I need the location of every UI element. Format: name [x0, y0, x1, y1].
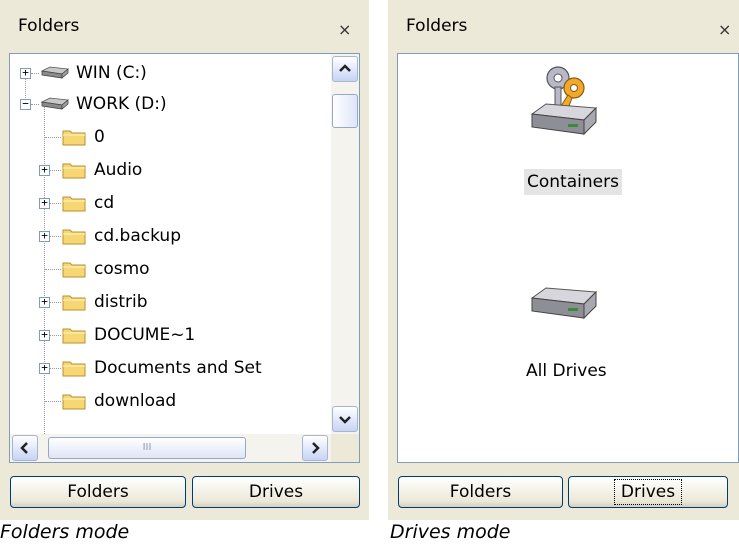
- button-label: Drives: [248, 482, 304, 502]
- pane-title: Folders: [18, 16, 80, 36]
- tree-line: [50, 170, 61, 171]
- drive-item-label[interactable]: Containers: [524, 169, 622, 195]
- tree-item-folder[interactable]: + Documents and Set: [10, 353, 330, 383]
- folder-icon: [62, 328, 86, 344]
- tree-item-label: Audio: [94, 160, 143, 180]
- tree-item-folder[interactable]: + distrib: [10, 287, 330, 317]
- expand-plus-icon[interactable]: +: [20, 67, 31, 79]
- folder-icon: [62, 394, 86, 410]
- expand-plus-icon[interactable]: +: [39, 329, 50, 341]
- tree-item-label: distrib: [94, 292, 148, 312]
- tree-item-folder[interactable]: download: [10, 386, 330, 416]
- hard-drive-icon[interactable]: [526, 280, 602, 328]
- tree-item-label: cd.backup: [94, 226, 181, 246]
- drives-mode-button[interactable]: Drives: [192, 476, 360, 508]
- tree-line: [31, 104, 39, 105]
- drives-mode-panel: Folders × Containers All Drives Folders …: [388, 0, 739, 520]
- tree-item-label: 0: [94, 127, 105, 147]
- tree-item-label: Documents and Set: [94, 358, 262, 378]
- tree-item-folder[interactable]: + DOCUME~1: [10, 320, 330, 350]
- tree-item-label: cd: [94, 193, 115, 213]
- folder-tree[interactable]: + WIN (C:) − WORK (D:) 0 + Audio + cd + …: [9, 53, 360, 463]
- tree-line: [50, 236, 61, 237]
- folder-icon: [62, 130, 86, 146]
- drives-view[interactable]: Containers All Drives: [397, 53, 739, 463]
- pane-title: Folders: [406, 16, 468, 36]
- chevron-up-icon: [339, 64, 351, 72]
- tree-line: [50, 368, 61, 369]
- scroll-down-button[interactable]: [332, 406, 358, 432]
- tree-line: [50, 302, 61, 303]
- tree-line: [45, 401, 61, 402]
- tree-item-drive-c[interactable]: + WIN (C:): [10, 58, 330, 88]
- tree-item-label: download: [94, 391, 177, 411]
- containers-drive-icon[interactable]: [526, 62, 602, 142]
- expand-plus-icon[interactable]: +: [39, 230, 50, 242]
- tree-item-label: cosmo: [94, 259, 150, 279]
- tree-item-label: WORK (D:): [76, 94, 167, 114]
- expand-plus-icon[interactable]: +: [39, 164, 50, 176]
- folder-icon: [62, 163, 86, 179]
- folders-mode-button[interactable]: Folders: [398, 476, 563, 508]
- tree-line: [31, 73, 39, 74]
- chevron-right-icon: [312, 442, 320, 454]
- expand-plus-icon[interactable]: +: [39, 197, 50, 209]
- tree-line: [45, 137, 61, 138]
- tree-item-drive-d[interactable]: − WORK (D:): [10, 89, 330, 119]
- tree-item-folder[interactable]: 0: [10, 122, 330, 152]
- scroll-right-button[interactable]: [302, 435, 328, 461]
- button-label: Folders: [449, 482, 512, 502]
- tree-line: [45, 269, 61, 270]
- hard-drive-icon: [40, 66, 69, 79]
- close-icon[interactable]: ×: [338, 20, 351, 39]
- scroll-left-button[interactable]: [12, 435, 38, 461]
- vertical-scrollbar[interactable]: [331, 54, 359, 434]
- chevron-down-icon: [339, 416, 351, 424]
- folders-mode-caption: Folders mode: [0, 521, 130, 543]
- folder-icon: [62, 262, 86, 278]
- folder-icon: [62, 229, 86, 245]
- drive-item-label[interactable]: All Drives: [526, 358, 607, 384]
- tree-line: [50, 335, 61, 336]
- scroll-up-button[interactable]: [332, 56, 358, 82]
- tree-item-folder[interactable]: cosmo: [10, 254, 330, 284]
- tree-item-folder[interactable]: + cd: [10, 188, 330, 218]
- folder-icon: [62, 196, 86, 212]
- drives-mode-button[interactable]: Drives: [568, 476, 728, 508]
- folders-mode-button[interactable]: Folders: [10, 476, 186, 508]
- tree-line: [50, 203, 61, 204]
- tree-item-folder[interactable]: + cd.backup: [10, 221, 330, 251]
- button-label: Drives: [613, 479, 683, 505]
- tree-item-label: DOCUME~1: [94, 325, 196, 345]
- scroll-thumb-grip[interactable]: III: [48, 437, 246, 459]
- tree-item-label: WIN (C:): [76, 63, 147, 83]
- collapse-minus-icon[interactable]: −: [20, 98, 31, 110]
- horizontal-scrollbar[interactable]: III: [10, 434, 331, 462]
- folders-mode-panel: Folders × + WIN (C:) − WORK (D:) 0 + Aud…: [0, 0, 369, 520]
- hard-drive-icon: [40, 97, 69, 110]
- chevron-left-icon: [20, 442, 28, 454]
- expand-plus-icon[interactable]: +: [39, 362, 50, 374]
- expand-plus-icon[interactable]: +: [39, 296, 50, 308]
- drives-mode-caption: Drives mode: [390, 521, 511, 543]
- scroll-thumb[interactable]: [332, 94, 358, 128]
- folder-icon: [62, 361, 86, 377]
- close-icon[interactable]: ×: [718, 20, 731, 39]
- tree-item-folder[interactable]: + Audio: [10, 155, 330, 185]
- scrollbar-corner: [331, 434, 359, 462]
- folder-icon: [62, 295, 86, 311]
- button-label: Folders: [67, 482, 129, 502]
